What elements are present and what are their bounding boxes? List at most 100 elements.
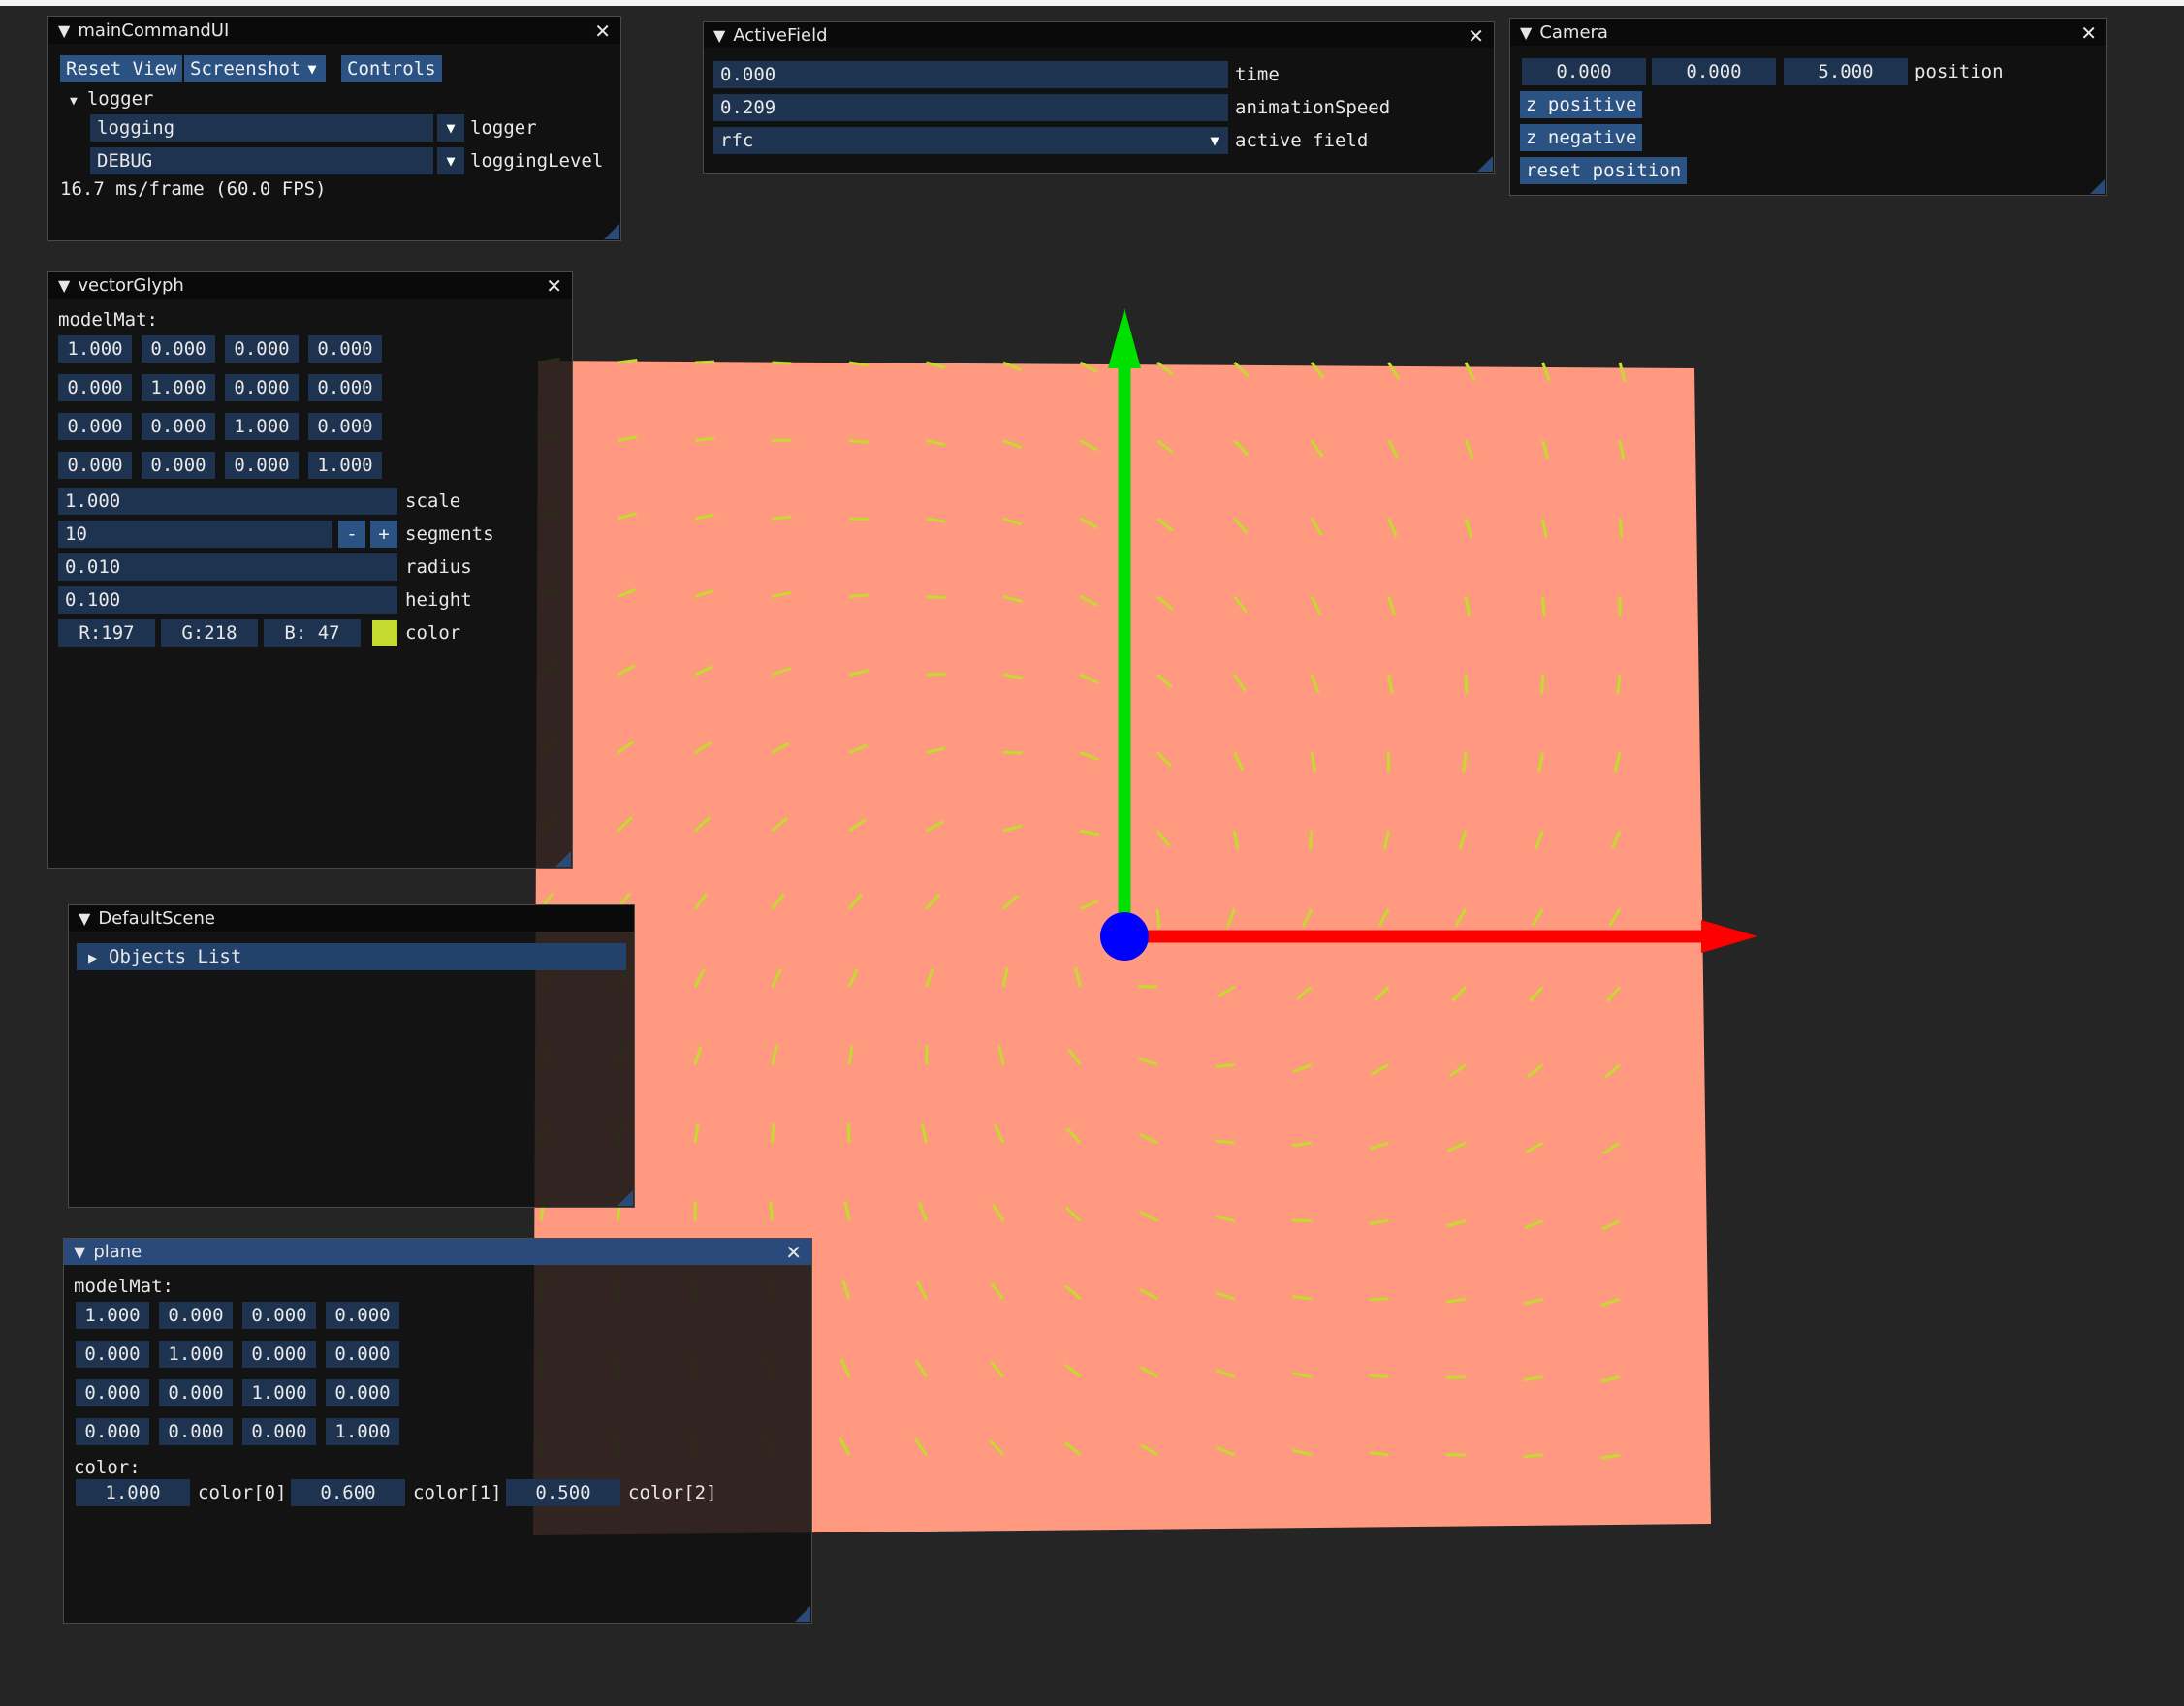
close-icon[interactable]: ✕ (2080, 21, 2097, 45)
vector-glyph (1369, 1297, 1389, 1302)
matrix-cell[interactable]: 0.000 (159, 1379, 233, 1406)
time-input[interactable]: 0.000 (713, 61, 1228, 88)
matrix-cell[interactable]: 0.000 (326, 1302, 399, 1329)
collapse-triangle-icon[interactable]: ▼ (74, 1243, 85, 1261)
main-command-ui-window[interactable]: ▼ mainCommandUI ✕ Reset View Screenshot … (47, 16, 621, 241)
vector-glyph (1155, 908, 1161, 929)
matrix-cell[interactable]: 1.000 (76, 1302, 149, 1329)
close-icon[interactable]: ✕ (546, 274, 562, 298)
matrix-cell[interactable]: 1.000 (58, 335, 132, 363)
fps-readout: 16.7 ms/frame (60.0 FPS) (60, 178, 327, 200)
camera-window[interactable]: ▼ Camera ✕ 0.000 0.000 5.000 position z … (1509, 18, 2107, 196)
animation-speed-label: animationSpeed (1235, 97, 1391, 118)
matrix-cell[interactable]: 1.000 (242, 1379, 316, 1406)
color-2-input[interactable]: 0.500 (506, 1479, 620, 1506)
segments-input[interactable]: 10 (58, 521, 332, 548)
vector-glyph-window[interactable]: ▼ vectorGlyph ✕ modelMat: 1.000 0.000 0.00… (47, 271, 573, 869)
color-r-input[interactable]: R:197 (58, 619, 155, 647)
resize-grip[interactable] (1477, 156, 1493, 172)
resize-grip[interactable] (604, 224, 619, 239)
close-icon[interactable]: ✕ (1468, 24, 1484, 47)
matrix-cell[interactable]: 1.000 (225, 413, 299, 440)
animation-speed-input[interactable]: 0.209 (713, 94, 1228, 121)
collapse-triangle-icon[interactable]: ▼ (58, 21, 70, 40)
matrix-cell[interactable]: 0.000 (308, 374, 382, 401)
z-negative-button[interactable]: z negative (1520, 124, 1643, 151)
controls-button[interactable]: Controls (341, 55, 442, 82)
active-field-titlebar[interactable]: ▼ ActiveField ✕ (704, 22, 1494, 48)
matrix-cell[interactable]: 0.000 (159, 1418, 233, 1445)
matrix-cell[interactable]: 0.000 (326, 1341, 399, 1368)
height-input[interactable]: 0.100 (58, 586, 397, 614)
matrix-cell[interactable]: 0.000 (58, 413, 132, 440)
screenshot-button[interactable]: Screenshot (184, 55, 307, 82)
position-z-input[interactable]: 5.000 (1784, 58, 1908, 85)
main-command-ui-titlebar[interactable]: ▼ mainCommandUI ✕ (48, 17, 620, 44)
logger-tree-node[interactable]: ▼ logger (70, 85, 153, 115)
matrix-cell[interactable]: 0.000 (58, 374, 132, 401)
resize-grip[interactable] (617, 1190, 633, 1206)
close-icon[interactable]: ✕ (785, 1241, 802, 1264)
logger-combo-arrow-icon[interactable]: ▼ (437, 114, 464, 142)
resize-grip[interactable] (2090, 178, 2105, 194)
plane-titlebar[interactable]: ▼ plane ✕ (64, 1239, 811, 1265)
radius-input[interactable]: 0.010 (58, 553, 397, 581)
segments-plus-button[interactable]: + (370, 521, 397, 548)
logger-combo[interactable]: logging (90, 114, 433, 142)
default-scene-titlebar[interactable]: ▼ DefaultScene (69, 905, 634, 932)
matrix-cell[interactable]: 0.000 (76, 1379, 149, 1406)
matrix-cell[interactable]: 0.000 (142, 452, 215, 479)
color-swatch[interactable] (372, 620, 397, 646)
active-field-arrow-icon[interactable]: ▼ (1201, 127, 1228, 154)
logging-level-arrow-icon[interactable]: ▼ (437, 147, 464, 174)
matrix-cell[interactable]: 0.000 (142, 335, 215, 363)
vector-glyph-titlebar[interactable]: ▼ vectorGlyph ✕ (48, 272, 572, 299)
matrix-cell[interactable]: 0.000 (225, 335, 299, 363)
position-y-input[interactable]: 0.000 (1652, 58, 1776, 85)
matrix-cell[interactable]: 0.000 (242, 1418, 316, 1445)
position-x-input[interactable]: 0.000 (1522, 58, 1646, 85)
matrix-cell[interactable]: 0.000 (76, 1418, 149, 1445)
logging-level-combo[interactable]: DEBUG (90, 147, 433, 174)
matrix-cell[interactable]: 0.000 (159, 1302, 233, 1329)
matrix-cell[interactable]: 1.000 (142, 374, 215, 401)
matrix-cell[interactable]: 0.000 (58, 452, 132, 479)
collapse-triangle-icon[interactable]: ▼ (713, 26, 725, 45)
objects-list-tree-node[interactable]: ▶ Objects List (77, 943, 626, 970)
height-label: height (405, 589, 472, 611)
segments-minus-button[interactable]: - (338, 521, 365, 548)
color-b-input[interactable]: B: 47 (264, 619, 361, 647)
reset-view-button[interactable]: Reset View (60, 55, 183, 82)
vector-glyph (848, 439, 870, 444)
plane-window[interactable]: ▼ plane ✕ modelMat: 1.000 0.000 0.000 0.000… (63, 1238, 812, 1624)
matrix-cell[interactable]: 0.000 (242, 1341, 316, 1368)
matrix-cell[interactable]: 0.000 (76, 1341, 149, 1368)
default-scene-window[interactable]: ▼ DefaultScene ▶ Objects List (68, 904, 635, 1208)
matrix-cell[interactable]: 1.000 (159, 1341, 233, 1368)
active-field-combo[interactable]: rfc (713, 127, 1201, 154)
screenshot-dropdown-arrow-icon[interactable]: ▼ (299, 55, 326, 82)
collapse-triangle-icon[interactable]: ▼ (1520, 23, 1532, 42)
reset-position-button[interactable]: reset position (1520, 157, 1688, 184)
active-field-window[interactable]: ▼ ActiveField ✕ 0.000 time 0.209 animati… (703, 21, 1495, 174)
matrix-cell[interactable]: 0.000 (225, 374, 299, 401)
camera-titlebar[interactable]: ▼ Camera ✕ (1510, 19, 2106, 46)
matrix-cell[interactable]: 0.000 (225, 452, 299, 479)
resize-grip[interactable] (555, 851, 571, 867)
resize-grip[interactable] (795, 1606, 810, 1622)
z-positive-button[interactable]: z positive (1520, 91, 1643, 118)
matrix-cell[interactable]: 0.000 (308, 335, 382, 363)
matrix-cell[interactable]: 1.000 (326, 1418, 399, 1445)
color-1-input[interactable]: 0.600 (291, 1479, 405, 1506)
matrix-cell[interactable]: 0.000 (308, 413, 382, 440)
color-g-input[interactable]: G:218 (161, 619, 258, 647)
collapse-triangle-icon[interactable]: ▼ (58, 276, 70, 295)
matrix-cell[interactable]: 0.000 (142, 413, 215, 440)
matrix-cell[interactable]: 0.000 (242, 1302, 316, 1329)
scale-input[interactable]: 1.000 (58, 488, 397, 515)
color-0-input[interactable]: 1.000 (76, 1479, 190, 1506)
close-icon[interactable]: ✕ (594, 19, 611, 43)
collapse-triangle-icon[interactable]: ▼ (79, 909, 90, 928)
matrix-cell[interactable]: 0.000 (326, 1379, 399, 1406)
matrix-cell[interactable]: 1.000 (308, 452, 382, 479)
